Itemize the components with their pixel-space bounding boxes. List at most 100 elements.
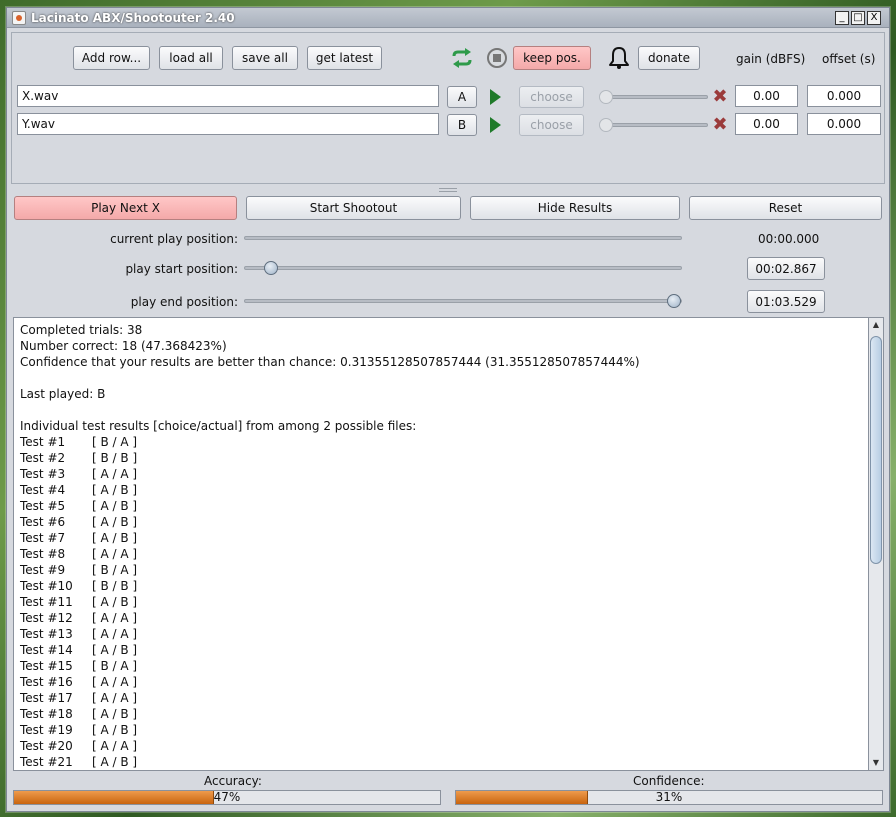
add-row-button[interactable]: Add row... [73,46,150,70]
row-slider-thumb[interactable] [599,118,613,132]
number-correct-text: Number correct: 18 (47.368423%) [20,339,227,353]
test-result-row: Test #7 [ A / B ] [20,530,862,546]
test-result-row: Test #17 [ A / A ] [20,690,862,706]
scroll-up-arrow-icon[interactable]: ▲ [869,318,883,332]
test-result: [ A / B ] [92,595,138,609]
start-position-thumb[interactable] [264,261,278,275]
play-icon[interactable] [490,117,501,133]
accuracy-progress-bar: 47% [13,790,441,805]
test-name: Test #8 [20,547,66,561]
maximize-button[interactable]: □ [851,11,865,25]
scrollbar-thumb[interactable] [870,336,882,564]
test-name: Test #11 [20,595,73,609]
test-result: [ B / B ] [92,451,138,465]
remove-row-icon[interactable]: ✖ [712,88,728,106]
test-result-row: Test #2 [ B / B ] [20,450,862,466]
test-result-row: Test #20 [ A / A ] [20,738,862,754]
bell-icon[interactable] [608,46,630,70]
stop-icon[interactable] [486,47,508,69]
test-name: Test #16 [20,675,73,689]
app-icon [12,11,26,25]
load-all-button[interactable]: load all [159,46,223,70]
window-title: Lacinato ABX/Shootouter 2.40 [31,11,235,25]
file-path-field[interactable]: Y.wav [17,113,439,135]
choose-button[interactable]: choose [519,114,584,136]
test-name: Test #17 [20,691,73,705]
remove-row-icon[interactable]: ✖ [712,116,728,134]
save-all-button[interactable]: save all [232,46,298,70]
repeat-icon[interactable] [451,48,473,68]
minimize-button[interactable]: _ [835,11,849,25]
results-scrollbar[interactable]: ▲ ▼ [869,317,884,771]
test-result-row: Test #12 [ A / A ] [20,610,862,626]
current-position-track[interactable] [244,236,682,240]
test-result: [ A / A ] [92,739,138,753]
test-result-row: Test #8 [ A / A ] [20,546,862,562]
split-divider-grip[interactable] [439,188,457,192]
test-result-row: Test #19 [ A / B ] [20,722,862,738]
test-result-row: Test #11 [ A / B ] [20,594,862,610]
test-result: [ A / B ] [92,723,138,737]
start-position-label: play start position: [125,262,238,276]
start-position-track[interactable] [244,266,682,270]
end-position-button[interactable]: 01:03.529 [747,290,825,313]
row-slider-track[interactable] [602,123,708,127]
test-result-row: Test #15 [ B / A ] [20,658,862,674]
test-result: [ A / B ] [92,531,138,545]
test-result: [ A / A ] [92,611,138,625]
choose-button[interactable]: choose [519,86,584,108]
results-text-area[interactable]: Completed trials: 38 Number correct: 18 … [13,317,869,771]
end-position-thumb[interactable] [667,294,681,308]
keep-pos-button[interactable]: keep pos. [513,46,591,70]
file-id-button-a[interactable]: A [447,86,477,108]
end-position-track[interactable] [244,299,682,303]
test-result-row: Test #9 [ B / A ] [20,562,862,578]
gain-header: gain (dBFS) [736,52,806,66]
test-name: Test #20 [20,739,73,753]
test-result-row: Test #5 [ A / B ] [20,498,862,514]
reset-button[interactable]: Reset [689,196,882,220]
start-position-button[interactable]: 00:02.867 [747,257,825,280]
test-result-row: Test #10 [ B / B ] [20,578,862,594]
row-slider-track[interactable] [602,95,708,99]
file-panel: Add row... load all save all get latest … [11,32,885,184]
test-name: Test #5 [20,499,66,513]
test-result: [ B / A ] [92,435,138,449]
test-name: Test #13 [20,627,73,641]
test-result-row: Test #13 [ A / A ] [20,626,862,642]
test-result: [ A / A ] [92,675,138,689]
test-name: Test #15 [20,659,73,673]
test-name: Test #2 [20,451,66,465]
test-result: [ A / A ] [92,547,138,561]
donate-button[interactable]: donate [638,46,700,70]
test-name: Test #12 [20,611,73,625]
test-result-row: Test #4 [ A / B ] [20,482,862,498]
confidence-percent: 31% [655,790,683,804]
offset-field[interactable]: 0.000 [807,113,881,135]
hide-results-button[interactable]: Hide Results [470,196,680,220]
test-name: Test #6 [20,515,66,529]
row-slider-thumb[interactable] [599,90,613,104]
play-icon[interactable] [490,89,501,105]
test-result: [ B / B ] [92,579,138,593]
play-next-button[interactable]: Play Next X [14,196,237,220]
gain-field[interactable]: 0.00 [735,85,798,107]
test-name: Test #14 [20,643,73,657]
app-window: Lacinato ABX/Shootouter 2.40 _ □ X Add r… [6,7,890,812]
last-played-text: Last played: B [20,387,106,401]
completed-trials-text: Completed trials: 38 [20,323,143,337]
gain-field[interactable]: 0.00 [735,113,798,135]
close-button[interactable]: X [867,11,881,25]
test-result: [ A / B ] [92,755,138,769]
offset-field[interactable]: 0.000 [807,85,881,107]
file-id-button-b[interactable]: B [447,114,477,136]
test-result-row: Test #3 [ A / A ] [20,466,862,482]
test-result: [ A / A ] [92,627,138,641]
get-latest-button[interactable]: get latest [307,46,382,70]
file-path-field[interactable]: X.wav [17,85,439,107]
start-shootout-button[interactable]: Start Shootout [246,196,461,220]
test-result: [ B / A ] [92,563,138,577]
test-name: Test #4 [20,483,66,497]
scroll-down-arrow-icon[interactable]: ▼ [869,756,883,770]
